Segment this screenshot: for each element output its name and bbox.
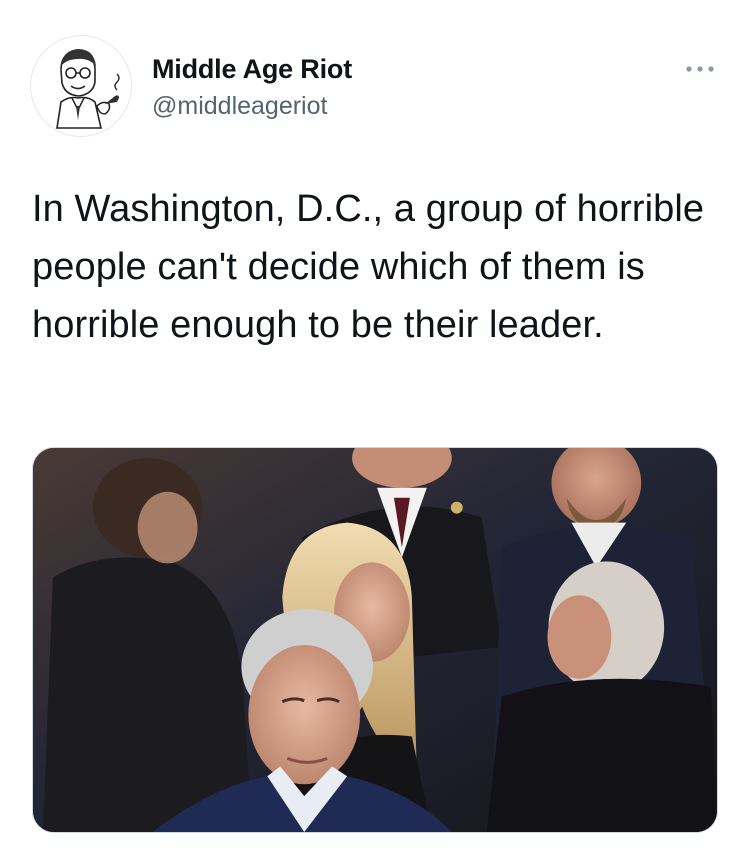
more-options-button[interactable] (682, 56, 718, 82)
cartoon-man-avatar-icon (56, 49, 120, 129)
tweet-text: In Washington, D.C., a group of horrible… (32, 188, 705, 346)
author-avatar[interactable] (30, 35, 132, 137)
more-dots-icon (686, 66, 714, 72)
tweet-card: Middle Age Riot @middleageriot In Washin… (0, 0, 750, 868)
author-handle[interactable]: @middleageriot (152, 92, 327, 121)
author-name[interactable]: Middle Age Riot (152, 54, 352, 85)
photo-image (33, 448, 717, 832)
tweet-photo[interactable] (32, 447, 718, 833)
